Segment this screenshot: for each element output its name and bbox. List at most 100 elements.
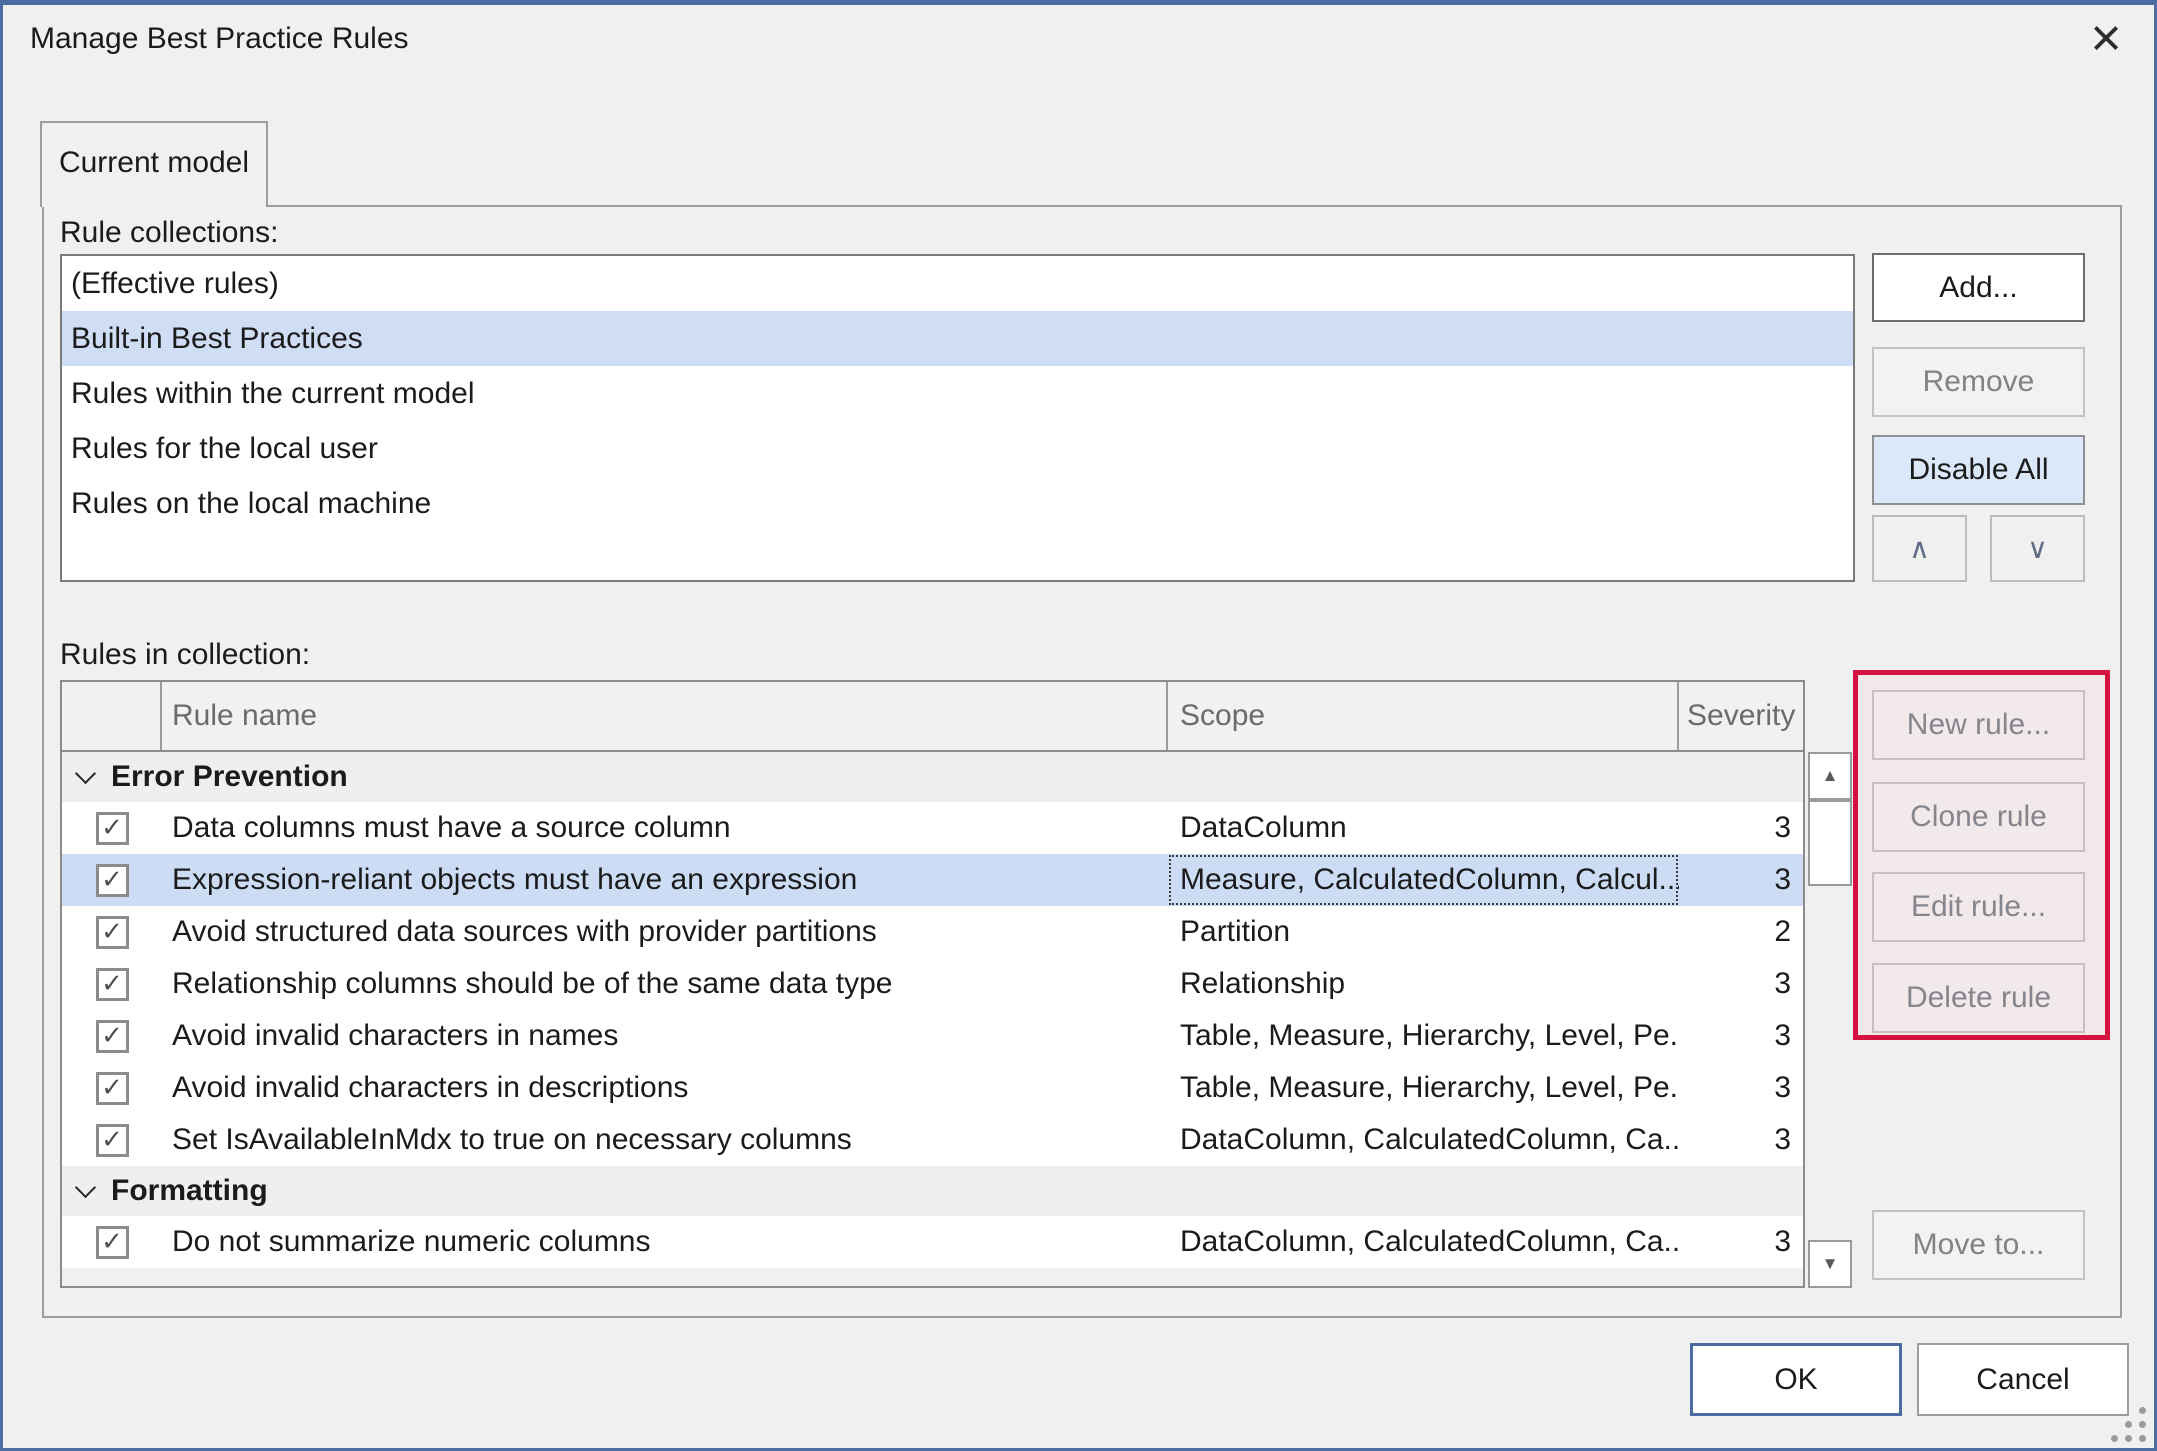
check-icon: ✓ bbox=[101, 814, 123, 840]
rules-in-collection-label: Rules in collection: bbox=[60, 638, 310, 672]
rule-row[interactable]: ✓ Expression-reliant objects must have an… bbox=[62, 854, 1803, 906]
rule-name-column-header[interactable]: Rule name bbox=[162, 682, 1168, 750]
rule-checkbox[interactable]: ✓ bbox=[96, 916, 129, 949]
rule-checkbox[interactable]: ✓ bbox=[96, 1124, 129, 1157]
severity-cell: 3 bbox=[1679, 863, 1803, 897]
move-collection-up-button[interactable]: ∧ bbox=[1872, 515, 1967, 582]
rule-name-cell: Relationship columns should be of the sa… bbox=[162, 967, 1168, 1001]
rule-checkbox-cell: ✓ bbox=[62, 812, 162, 845]
scope-cell: DataColumn bbox=[1168, 802, 1679, 854]
severity-cell: 3 bbox=[1679, 1019, 1803, 1053]
scrollbar-down-icon[interactable]: ▼ bbox=[1808, 1240, 1852, 1288]
rule-collections-label: Rule collections: bbox=[60, 216, 278, 250]
rule-checkbox[interactable]: ✓ bbox=[96, 1226, 129, 1259]
rule-checkbox-cell: ✓ bbox=[62, 1020, 162, 1053]
check-icon: ✓ bbox=[101, 1074, 123, 1100]
rule-row[interactable]: ✓ Avoid structured data sources with prov… bbox=[62, 906, 1803, 958]
resize-grip[interactable] bbox=[2109, 1405, 2147, 1443]
severity-cell: 3 bbox=[1679, 967, 1803, 1001]
scrollbar-up-icon[interactable]: ▲ bbox=[1808, 752, 1852, 800]
rules-table[interactable]: Rule name Scope Severity Error Preventio… bbox=[60, 680, 1805, 1288]
scope-cell: Table, Measure, Hierarchy, Level, Pe... bbox=[1168, 1010, 1679, 1062]
severity-cell: 3 bbox=[1679, 1123, 1803, 1157]
chevron-down-icon bbox=[75, 1176, 96, 1197]
manage-best-practice-rules-dialog: Manage Best Practice Rules × Current mod… bbox=[0, 0, 2157, 1451]
rules-table-body: Error Prevention ✓ Data columns must have … bbox=[62, 752, 1803, 1268]
severity-cell: 2 bbox=[1679, 915, 1803, 949]
rule-row[interactable]: ✓ Avoid invalid characters in description… bbox=[62, 1062, 1803, 1114]
rule-name-cell: Avoid structured data sources with provi… bbox=[162, 915, 1168, 949]
collection-list-item[interactable]: (Effective rules) bbox=[62, 256, 1853, 311]
rule-checkbox-cell: ✓ bbox=[62, 1226, 162, 1259]
rule-checkbox-cell: ✓ bbox=[62, 916, 162, 949]
collection-list-item[interactable]: Rules on the local machine bbox=[62, 476, 1853, 531]
group-row[interactable]: Error Prevention bbox=[62, 752, 1803, 802]
add-button[interactable]: Add... bbox=[1872, 253, 2085, 322]
move-collection-down-button[interactable]: ∨ bbox=[1990, 515, 2085, 582]
rule-name-cell: Data columns must have a source column bbox=[162, 811, 1168, 845]
scope-cell: Table, Measure, Hierarchy, Level, Pe... bbox=[1168, 1062, 1679, 1114]
rule-name-cell: Do not summarize numeric columns bbox=[162, 1225, 1168, 1259]
scope-cell: Partition bbox=[1168, 906, 1679, 958]
caret-up-icon: ∧ bbox=[1909, 532, 1930, 565]
severity-cell: 3 bbox=[1679, 1071, 1803, 1105]
rule-name-cell: Expression-reliant objects must have an … bbox=[162, 863, 1168, 897]
rule-checkbox[interactable]: ✓ bbox=[96, 864, 129, 897]
scope-cell: Relationship bbox=[1168, 958, 1679, 1010]
check-icon: ✓ bbox=[101, 866, 123, 892]
group-row[interactable]: Formatting bbox=[62, 1166, 1803, 1216]
rule-row[interactable]: ✓ Set IsAvailableInMdx to true on necessa… bbox=[62, 1114, 1803, 1166]
scope-cell: DataColumn, CalculatedColumn, Ca... bbox=[1168, 1216, 1679, 1268]
scrollbar-thumb[interactable] bbox=[1808, 800, 1852, 886]
disable-all-button[interactable]: Disable All bbox=[1872, 435, 2085, 505]
scope-cell: Measure, CalculatedColumn, Calcul... bbox=[1168, 854, 1679, 906]
check-icon: ✓ bbox=[101, 1022, 123, 1048]
check-icon: ✓ bbox=[101, 1228, 123, 1254]
rule-checkbox-cell: ✓ bbox=[62, 1124, 162, 1157]
caret-down-icon: ∨ bbox=[2027, 532, 2048, 565]
rules-scrollbar[interactable]: ▲ ▼ bbox=[1808, 752, 1852, 1288]
rule-name-cell: Avoid invalid characters in names bbox=[162, 1019, 1168, 1053]
severity-cell: 3 bbox=[1679, 811, 1803, 845]
clone-rule-button: Clone rule bbox=[1872, 782, 2085, 852]
group-name: Formatting bbox=[111, 1174, 268, 1208]
move-to-button: Move to... bbox=[1872, 1210, 2085, 1280]
dialog-title: Manage Best Practice Rules bbox=[30, 22, 409, 56]
rule-name-cell: Avoid invalid characters in descriptions bbox=[162, 1071, 1168, 1105]
collection-list-item[interactable]: Built-in Best Practices bbox=[62, 311, 1853, 366]
rule-checkbox-cell: ✓ bbox=[62, 968, 162, 1001]
close-icon[interactable]: × bbox=[2076, 8, 2136, 68]
ok-button[interactable]: OK bbox=[1690, 1343, 1902, 1416]
rule-row[interactable]: ✓ Avoid invalid characters in namesTable,… bbox=[62, 1010, 1803, 1062]
rule-collections-list[interactable]: (Effective rules)Built-in Best Practices… bbox=[60, 254, 1855, 582]
rule-checkbox[interactable]: ✓ bbox=[96, 1072, 129, 1105]
rule-checkbox-cell: ✓ bbox=[62, 864, 162, 897]
rule-row[interactable]: ✓ Do not summarize numeric columnsDataCol… bbox=[62, 1216, 1803, 1268]
rule-checkbox-cell: ✓ bbox=[62, 1072, 162, 1105]
rule-name-cell: Set IsAvailableInMdx to true on necessar… bbox=[162, 1123, 1168, 1157]
chevron-down-icon bbox=[75, 762, 96, 783]
rule-checkbox[interactable]: ✓ bbox=[96, 968, 129, 1001]
collection-list-item[interactable]: Rules for the local user bbox=[62, 421, 1853, 476]
checkbox-column-header[interactable] bbox=[62, 682, 162, 750]
tab-current-model[interactable]: Current model bbox=[40, 121, 268, 207]
severity-cell: 3 bbox=[1679, 1225, 1803, 1259]
remove-button: Remove bbox=[1872, 347, 2085, 417]
scope-cell: DataColumn, CalculatedColumn, Ca... bbox=[1168, 1114, 1679, 1166]
edit-rule-button: Edit rule... bbox=[1872, 872, 2085, 942]
cancel-button[interactable]: Cancel bbox=[1917, 1343, 2129, 1416]
scope-column-header[interactable]: Scope bbox=[1168, 682, 1679, 750]
rules-table-header: Rule name Scope Severity bbox=[62, 682, 1803, 752]
check-icon: ✓ bbox=[101, 918, 123, 944]
group-name: Error Prevention bbox=[111, 760, 348, 794]
check-icon: ✓ bbox=[101, 970, 123, 996]
rule-checkbox[interactable]: ✓ bbox=[96, 812, 129, 845]
collection-list-item[interactable]: Rules within the current model bbox=[62, 366, 1853, 421]
rule-row[interactable]: ✓ Data columns must have a source columnD… bbox=[62, 802, 1803, 854]
new-rule-button: New rule... bbox=[1872, 690, 2085, 760]
rule-checkbox[interactable]: ✓ bbox=[96, 1020, 129, 1053]
severity-column-header[interactable]: Severity bbox=[1679, 682, 1803, 750]
rule-row[interactable]: ✓ Relationship columns should be of the s… bbox=[62, 958, 1803, 1010]
check-icon: ✓ bbox=[101, 1126, 123, 1152]
delete-rule-button: Delete rule bbox=[1872, 963, 2085, 1033]
